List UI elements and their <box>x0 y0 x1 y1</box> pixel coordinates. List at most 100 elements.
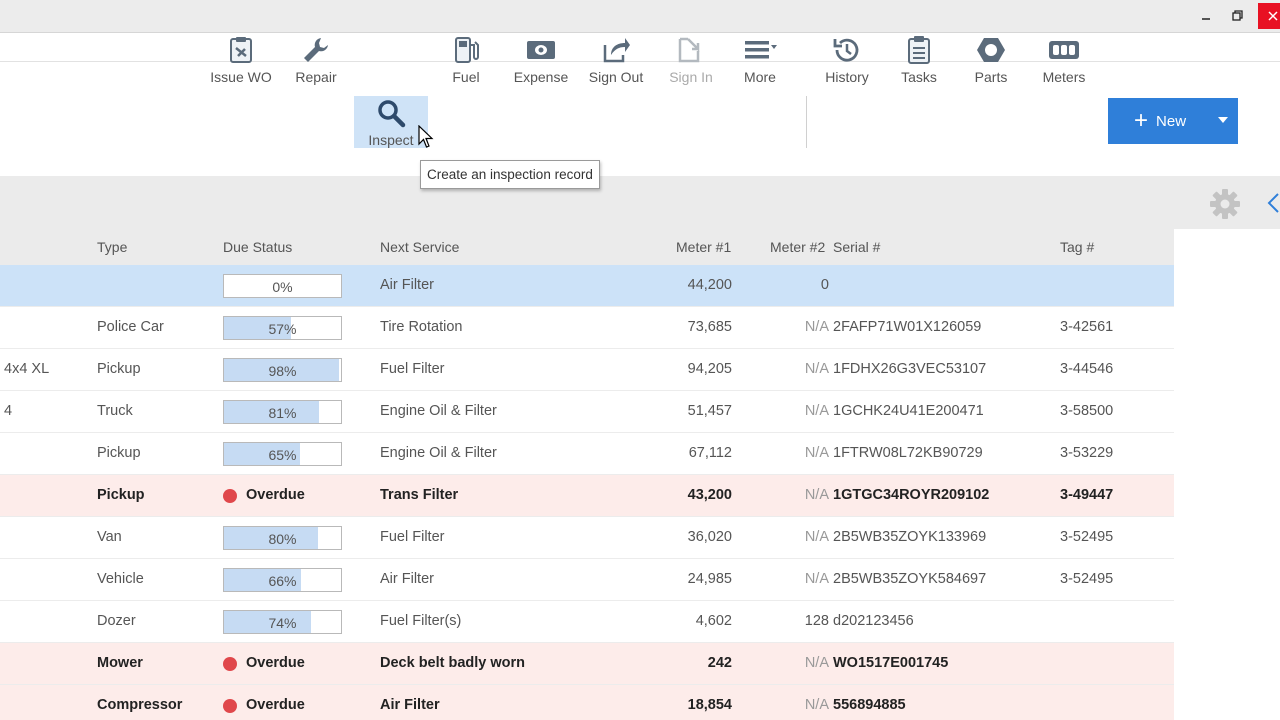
cell-meter1: 44,200 <box>687 277 732 293</box>
history-button[interactable]: History <box>820 33 874 89</box>
cell-tag: 3-58500 <box>1060 403 1114 419</box>
tasks-button[interactable]: Tasks <box>896 33 942 89</box>
table-row[interactable]: Vehicle 66% Air Filter 24,985 N/A 2B5WB35ZOYK… <box>0 559 1174 601</box>
sign-out-button[interactable]: Sign Out <box>585 33 647 89</box>
wrench-icon <box>298 35 334 65</box>
expense-label: Expense <box>513 69 569 85</box>
cell-next-service: Engine Oil & Filter <box>380 403 497 419</box>
cell-type: Vehicle <box>97 571 144 587</box>
cell-next-service: Trans Filter <box>380 487 459 503</box>
grid-toolbar <box>0 176 1280 229</box>
tasks-label: Tasks <box>901 69 937 85</box>
cell-type: Pickup <box>97 487 145 503</box>
cell-next-service: Air Filter <box>380 697 440 713</box>
due-status-progress-bar: 57% <box>223 316 342 340</box>
money-icon <box>523 35 559 65</box>
cell-tag: 3-53229 <box>1060 445 1114 461</box>
progress-text: 57% <box>268 321 297 337</box>
expense-button[interactable]: Expense <box>509 33 573 89</box>
cell-type: Pickup <box>97 361 141 377</box>
sign-in-label: Sign In <box>669 69 713 85</box>
restore-icon[interactable] <box>1222 3 1254 29</box>
cell-type: Truck <box>97 403 133 419</box>
cell-meter2: N/A <box>804 319 829 335</box>
cell-meter2: N/A <box>804 571 829 587</box>
table-row[interactable]: Police Car 57% Tire Rotation 73,685 N/A 2FAFP… <box>0 307 1174 349</box>
cell-meter1: 36,020 <box>687 529 732 545</box>
history-icon <box>829 35 865 65</box>
toolbar-divider <box>806 96 807 148</box>
cell-serial: 2FAFP71W01X126059 <box>833 319 982 335</box>
cell-next-service: Air Filter <box>380 277 434 293</box>
cell-meter2: N/A <box>804 529 829 545</box>
new-button[interactable]: + New <box>1108 98 1238 144</box>
due-status-progress-bar: 74% <box>223 610 342 634</box>
meters-button[interactable]: Meters <box>1036 33 1092 89</box>
cell-meter2: N/A <box>804 655 829 671</box>
table-row[interactable]: Van 80% Fuel Filter 36,020 N/A 2B5WB35ZOYK133… <box>0 517 1174 559</box>
repair-button[interactable]: Repair <box>288 33 344 89</box>
cell-meter1: 51,457 <box>687 403 732 419</box>
column-header-meter2[interactable]: Meter #2 <box>770 239 825 255</box>
sign-in-button[interactable]: Sign In <box>664 33 718 89</box>
cell-next-service: Fuel Filter <box>380 361 445 377</box>
history-label: History <box>825 69 869 85</box>
table-row[interactable]: Compressor Overdue Air Filter 18,854 N/A 5568… <box>0 685 1174 720</box>
overdue-dot-icon <box>223 489 237 503</box>
column-header-type[interactable]: Type <box>97 239 127 255</box>
close-icon[interactable] <box>1258 3 1280 29</box>
table-row[interactable]: 4 Truck 81% Engine Oil & Filter 51,457 N/A 1GC… <box>0 391 1174 433</box>
cell-serial: d202123456 <box>833 613 914 629</box>
column-header-tag[interactable]: Tag # <box>1060 239 1094 255</box>
cell-meter2: N/A <box>804 487 829 503</box>
cell-type: Dozer <box>97 613 136 629</box>
cell-meter2: 128 <box>804 613 829 629</box>
equipment-grid: Type Due Status Next Service Meter #1 Me… <box>0 229 1174 720</box>
parts-button[interactable]: Parts <box>968 33 1014 89</box>
cell-meter1: 18,854 <box>687 697 732 713</box>
inspect-button[interactable]: Inspect <box>354 96 428 148</box>
more-button[interactable]: More <box>738 33 782 89</box>
inspect-label: Inspect <box>368 132 414 148</box>
cell-tag: 3-52495 <box>1060 571 1114 587</box>
table-row[interactable]: Pickup Overdue Trans Filter 43,200 N/A 1GTGC3… <box>0 475 1174 517</box>
fuel-button[interactable]: Fuel <box>444 33 488 89</box>
issue-wo-button[interactable]: Issue WO <box>208 33 274 89</box>
cell-next-service: Deck belt badly worn <box>380 655 526 671</box>
share-icon <box>598 35 634 65</box>
cell-tag: 3-44546 <box>1060 361 1114 377</box>
cell-tag: 3-52495 <box>1060 529 1114 545</box>
table-row[interactable]: Dozer 74% Fuel Filter(s) 4,602 128 d202123456 <box>0 601 1174 643</box>
gear-icon[interactable] <box>1208 187 1242 226</box>
cell-type: Van <box>97 529 122 545</box>
cell-meter2: N/A <box>804 697 829 713</box>
overdue-dot-icon <box>223 699 237 713</box>
fuel-label: Fuel <box>452 69 480 85</box>
due-status-progress-bar: 0% <box>223 274 342 298</box>
cell-description: 4 <box>4 403 13 419</box>
cell-due-status: Overdue <box>246 487 305 503</box>
repair-label: Repair <box>295 69 337 85</box>
collapse-panel-icon[interactable] <box>1266 192 1280 219</box>
cell-meter1: 73,685 <box>687 319 732 335</box>
column-header-next-service[interactable]: Next Service <box>380 239 459 255</box>
inspect-tooltip: Create an inspection record <box>420 160 600 189</box>
cell-serial: WO1517E001745 <box>833 655 949 671</box>
magnifier-icon <box>373 98 409 128</box>
table-row[interactable]: 0% Air Filter 44,200 0 <box>0 265 1174 307</box>
progress-text: 81% <box>268 405 297 421</box>
column-header-serial[interactable]: Serial # <box>833 239 880 255</box>
due-status-progress-bar: 98% <box>223 358 342 382</box>
new-dropdown-icon[interactable] <box>1218 117 1228 123</box>
minimize-icon[interactable] <box>1190 3 1222 29</box>
column-header-due-status[interactable]: Due Status <box>223 239 292 255</box>
meters-label: Meters <box>1042 69 1086 85</box>
cell-type: Police Car <box>97 319 164 335</box>
table-row[interactable]: Pickup 65% Engine Oil & Filter 67,112 N/A 1FT… <box>0 433 1174 475</box>
cell-next-service: Air Filter <box>380 571 434 587</box>
table-row[interactable]: 4x4 XL Pickup 98% Fuel Filter 94,205 N/A 1FDHX… <box>0 349 1174 391</box>
odometer-icon <box>1046 35 1082 65</box>
column-header-meter1[interactable]: Meter #1 <box>676 239 731 255</box>
cell-type: Pickup <box>97 445 141 461</box>
table-row[interactable]: Mower Overdue Deck belt badly worn 242 N/A WO… <box>0 643 1174 685</box>
